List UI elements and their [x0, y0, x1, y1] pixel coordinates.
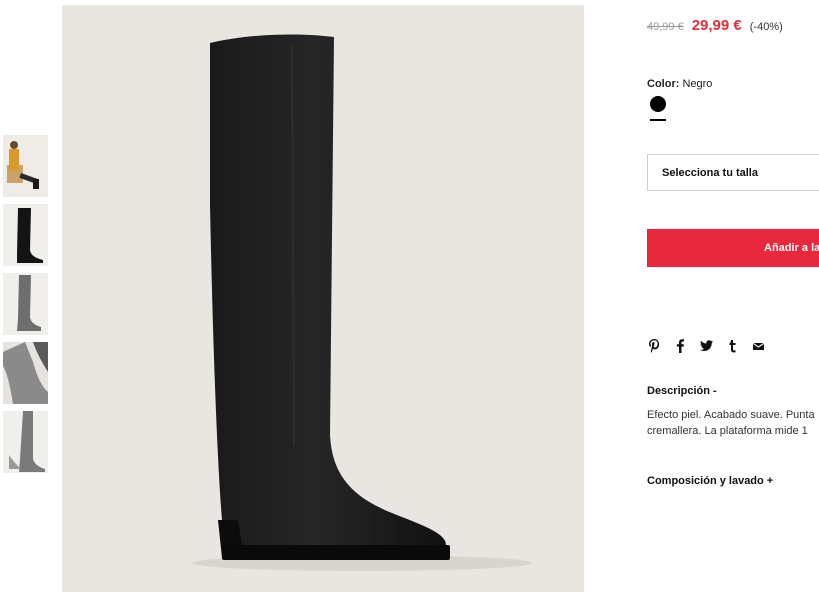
description-text: Efecto piel. Acabado suave. Punta cremal… [647, 409, 815, 437]
thumbnail-boot-side[interactable] [3, 204, 48, 266]
composition-toggle[interactable]: Composición y lavado + [647, 475, 773, 487]
thumbnail-list [3, 135, 49, 480]
social-share-bar [647, 338, 766, 354]
twitter-icon[interactable] [699, 338, 714, 354]
discount-badge: (-40%) [749, 21, 783, 33]
old-price: 49,99 € [647, 21, 684, 33]
price-row: 49,99 € 29,99 € (-40%) [647, 17, 783, 34]
tumblr-icon[interactable] [725, 338, 740, 354]
thumbnail-boot-worn[interactable] [3, 273, 48, 335]
color-label-key: Color: [647, 78, 680, 90]
email-icon[interactable] [751, 338, 766, 354]
facebook-icon[interactable] [673, 338, 688, 354]
color-value: Negro [682, 78, 713, 90]
size-select[interactable]: Selecciona tu talla [647, 154, 819, 191]
product-info-panel: 49,99 € 29,99 € (-40%) Color: Negro Sele… [647, 0, 819, 592]
add-to-cart-button[interactable]: Añadir a la [647, 229, 819, 267]
thumbnail-boot-back[interactable] [3, 411, 48, 473]
color-label: Color: Negro [647, 78, 712, 90]
product-main-image[interactable] [62, 5, 584, 592]
boot-illustration [192, 34, 532, 571]
sale-price: 29,99 € [691, 17, 742, 34]
pinterest-icon[interactable] [647, 338, 662, 354]
thumbnail-model-seated[interactable] [3, 135, 48, 197]
color-swatch-black[interactable] [650, 96, 666, 112]
swatch-selected-indicator [650, 119, 666, 121]
thumbnail-boot-detail[interactable] [3, 342, 48, 404]
description-toggle[interactable]: Descripción - [647, 385, 717, 397]
